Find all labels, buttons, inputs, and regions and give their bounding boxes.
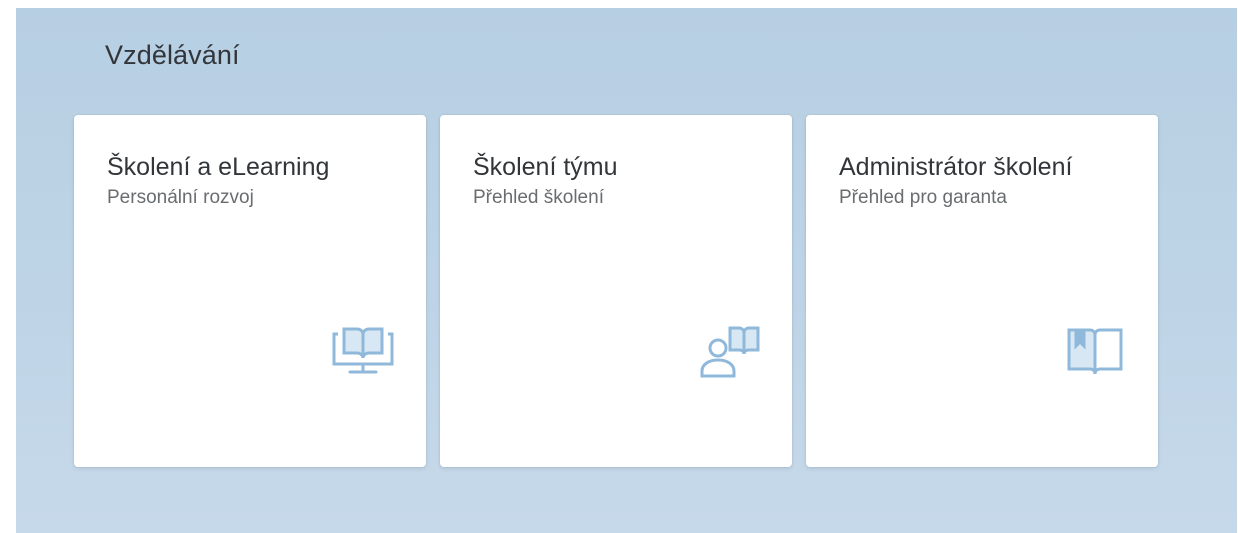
tile-title: Školení týmu <box>473 153 618 181</box>
monitor-book-icon <box>332 324 394 380</box>
tile-header: Školení a eLearning Personální rozvoj <box>107 151 397 211</box>
tile-training-admin[interactable]: Administrátor školení Přehled pro garant… <box>806 115 1158 467</box>
tile-training-elearning[interactable]: Školení a eLearning Personální rozvoj <box>74 115 426 467</box>
tile-team-training[interactable]: Školení týmu Přehled školení <box>440 115 792 467</box>
learning-section: Vzdělávání Školení a eLearning Personáln… <box>16 8 1237 533</box>
tile-subtitle: Přehled pro garanta <box>839 187 1007 208</box>
open-book-bookmark-icon <box>1064 324 1126 380</box>
tile-title: Školení a eLearning <box>107 153 330 181</box>
tile-subtitle: Personální rozvoj <box>107 187 254 208</box>
tile-title: Administrátor školení <box>839 153 1073 181</box>
tile-subtitle: Přehled školení <box>473 187 604 208</box>
tile-header: Administrátor školení Přehled pro garant… <box>839 151 1129 211</box>
person-book-icon <box>698 324 760 380</box>
tile-header: Školení týmu Přehled školení <box>473 151 763 211</box>
section-title: Vzdělávání <box>105 40 240 70</box>
